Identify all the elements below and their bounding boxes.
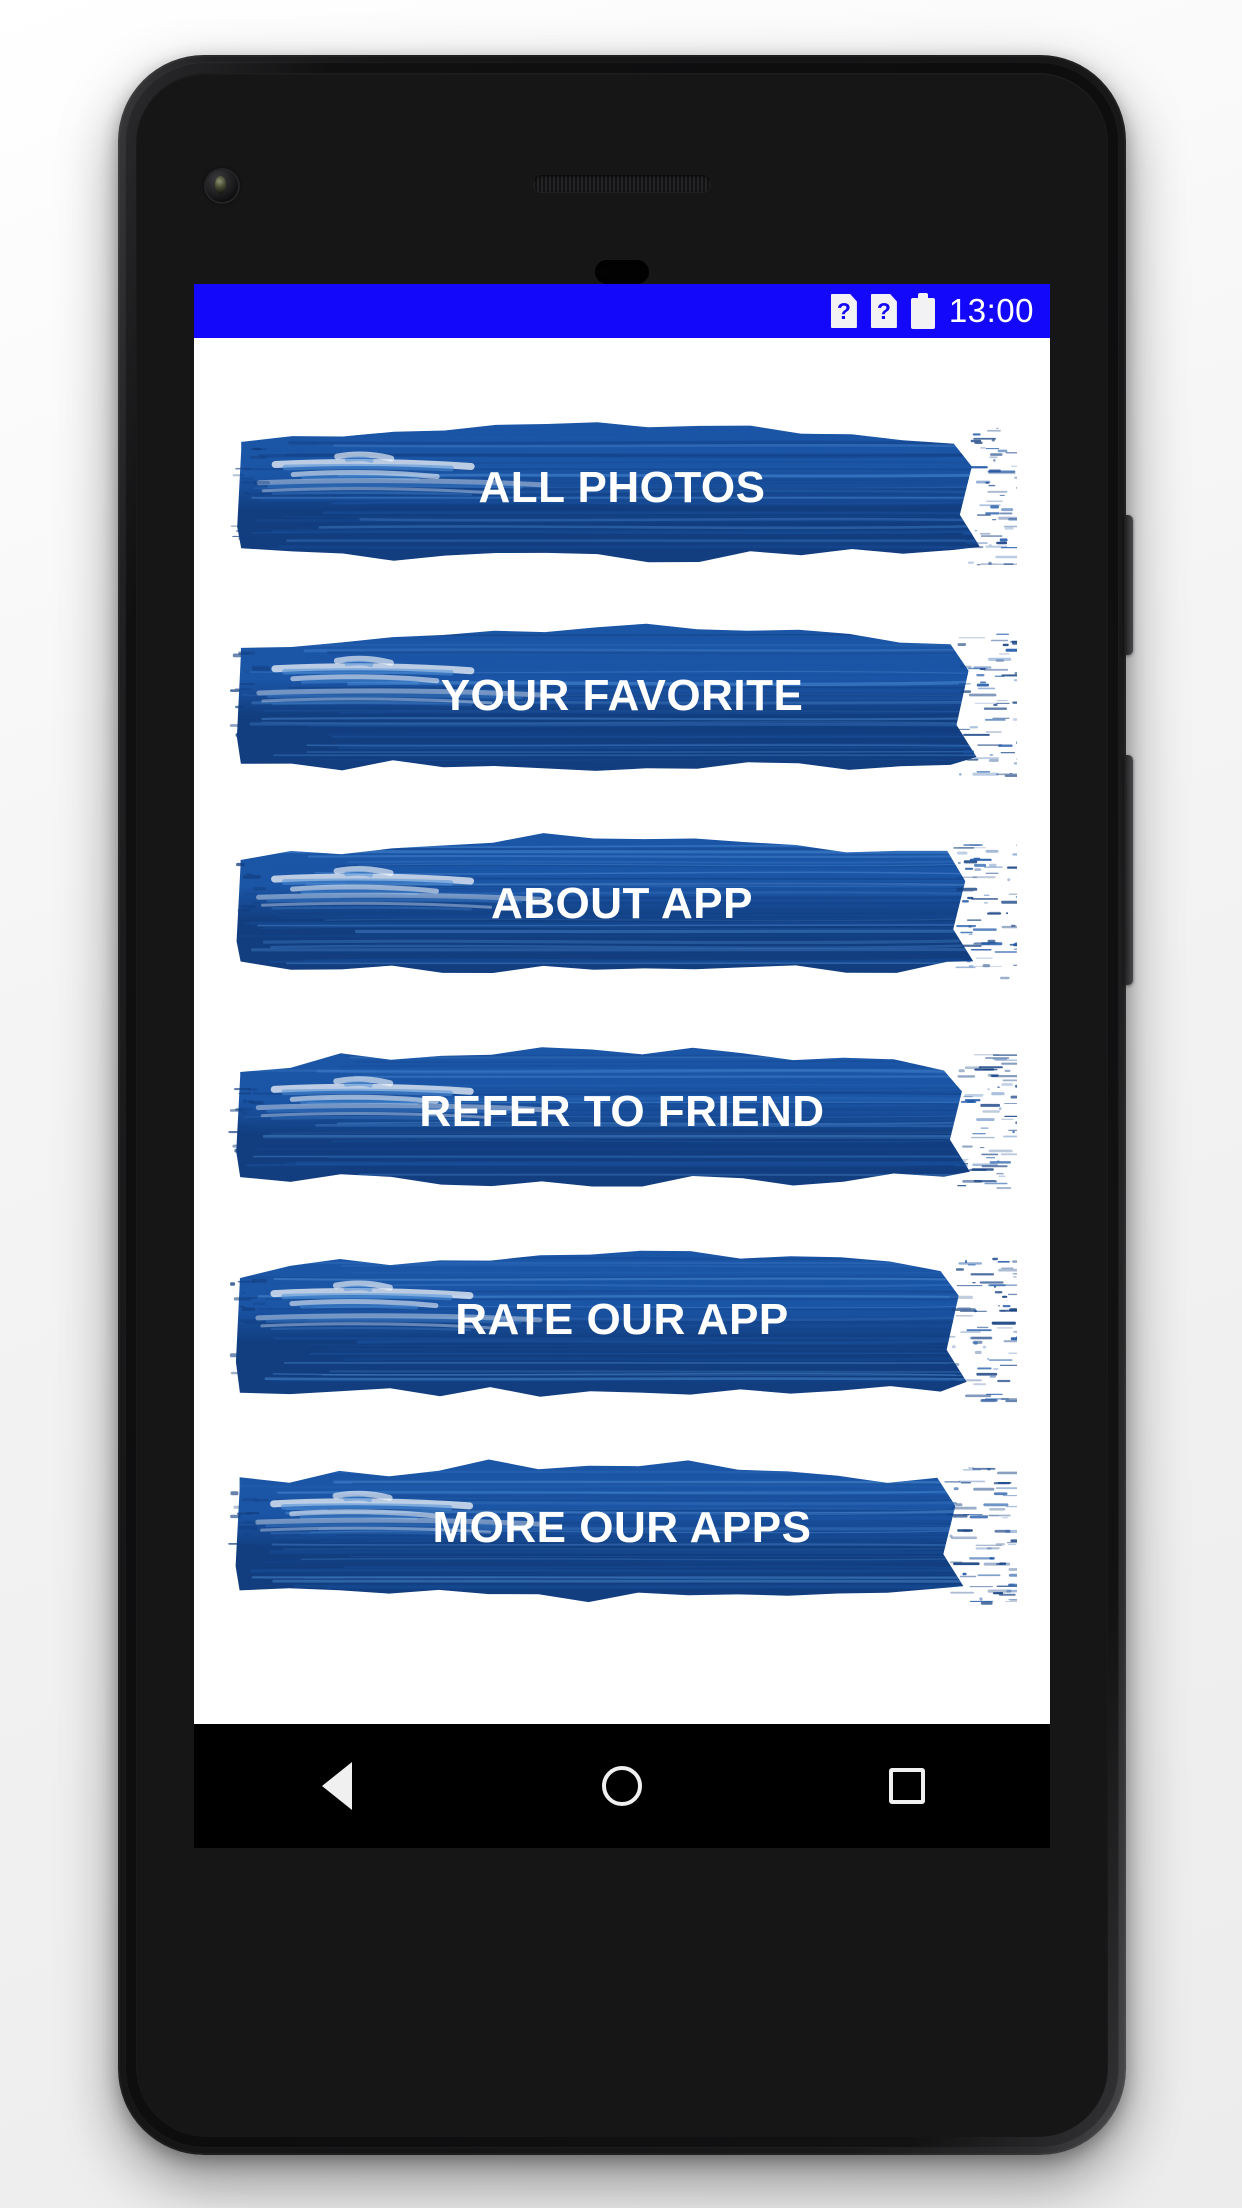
menu-button-your-favorite[interactable]: YOUR FAVORITE [227,594,1017,794]
back-triangle-icon [321,1762,352,1810]
unknown-status-icon-2: ? [870,294,897,328]
front-camera-icon [204,168,240,204]
screenshot-root: ? ? 13:00 ALL PHOTOS YOUR FAVORITE ABOUT… [0,0,1242,2208]
menu-button-rate-our-app[interactable]: RATE OUR APP [227,1218,1017,1418]
menu-button-label: RATE OUR APP [455,1295,789,1344]
menu-button-label: ABOUT APP [491,879,753,928]
nav-home-button[interactable] [547,1724,697,1848]
menu-button-label: REFER TO FRIEND [419,1087,825,1136]
earpiece-speaker-grille [533,175,711,192]
power-button[interactable] [1124,515,1133,655]
menu-button-refer-to-friend[interactable]: REFER TO FRIEND [227,1010,1017,1210]
battery-icon [910,293,935,329]
phone-screen: ? ? 13:00 ALL PHOTOS YOUR FAVORITE ABOUT… [194,284,1050,1724]
menu-button-label: ALL PHOTOS [478,463,766,512]
volume-rocker-button[interactable] [1124,755,1133,985]
status-bar: ? ? 13:00 [194,284,1050,338]
home-circle-icon [601,1766,642,1806]
recents-square-icon [889,1768,926,1804]
app-content: ALL PHOTOS YOUR FAVORITE ABOUT APP REFER… [194,338,1050,1724]
menu-button-more-our-apps[interactable]: MORE OUR APPS [227,1426,1017,1626]
menu-list: ALL PHOTOS YOUR FAVORITE ABOUT APP REFER… [194,386,1050,1626]
proximity-sensor-icon [595,260,649,284]
android-navigation-bar [194,1724,1050,1848]
menu-button-about-app[interactable]: ABOUT APP [227,802,1017,1002]
battery-body [910,298,935,329]
nav-back-button[interactable] [262,1724,412,1848]
menu-button-all-photos[interactable]: ALL PHOTOS [227,386,1017,586]
status-clock: 13:00 [948,291,1034,329]
phone-device-frame: ? ? 13:00 ALL PHOTOS YOUR FAVORITE ABOUT… [118,55,1133,2155]
nav-recents-button[interactable] [832,1724,982,1848]
unknown-status-icon-1: ? [830,294,857,328]
menu-button-label: YOUR FAVORITE [440,671,804,720]
menu-button-label: MORE OUR APPS [432,1503,812,1552]
